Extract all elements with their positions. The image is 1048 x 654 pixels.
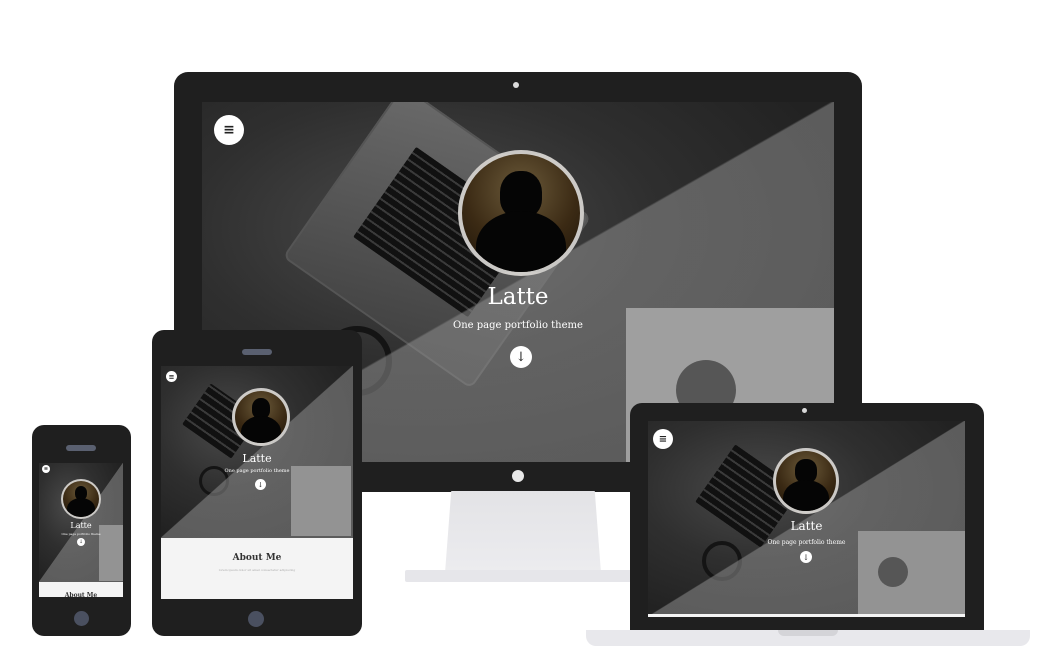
laptop-menu-button[interactable]: ≡: [653, 429, 673, 449]
phone-about-heading: About Me: [64, 592, 98, 597]
menu-button[interactable]: ≡: [214, 115, 244, 145]
profile-avatar: [458, 150, 584, 276]
phone-screen: ≡ Latte One page portfolio theme ↓ About…: [39, 463, 123, 597]
phone-hero-subtitle: One page portfolio theme: [61, 532, 101, 536]
phone: ≡ Latte One page portfolio theme ↓ About…: [32, 425, 131, 636]
phone-profile-avatar: [61, 479, 101, 519]
laptop-screen: ≡ Latte One page portfolio theme ↓: [648, 421, 965, 617]
tablet-hero-subtitle: One page portfolio theme: [224, 468, 290, 474]
tablet-scroll-down-button[interactable]: ↓: [255, 479, 266, 490]
phone-about-section: About Me: [39, 582, 123, 597]
tablet-home-button[interactable]: [248, 611, 264, 627]
laptop-hero-subtitle: One page portfolio theme: [767, 539, 846, 546]
monitor-power-button: [512, 470, 524, 482]
arrow-down-circle-icon: ↓: [515, 349, 527, 365]
phone-hero-title: Latte: [70, 521, 92, 530]
tablet-speaker: [242, 349, 272, 355]
tablet-about-section: About Me lorem ipsum dolor sit amet cons…: [161, 538, 353, 599]
scroll-down-button[interactable]: ↓: [510, 346, 532, 368]
phone-scroll-down-button[interactable]: ↓: [77, 538, 85, 546]
tablet-hero-title: Latte: [242, 452, 272, 465]
menu-icon: ≡: [658, 433, 668, 445]
laptop-scroll-down-button[interactable]: ↓: [800, 551, 812, 563]
menu-icon: ≡: [43, 466, 49, 472]
tablet: ≡ Latte One page portfolio theme ↓ About…: [152, 330, 362, 636]
laptop-hero-title: Latte: [790, 519, 823, 533]
menu-icon: ≡: [168, 372, 175, 381]
laptop-camera: [802, 408, 807, 413]
laptop-notch: [778, 630, 838, 636]
arrow-down-circle-icon: ↓: [802, 552, 810, 562]
laptop-about-strip: [648, 614, 965, 617]
tablet-menu-button[interactable]: ≡: [166, 371, 177, 382]
monitor-camera: [513, 82, 519, 88]
tablet-about-text: lorem ipsum dolor sit amet consectetur a…: [218, 568, 296, 572]
arrow-down-circle-icon: ↓: [257, 480, 264, 489]
phone-home-button[interactable]: [74, 611, 89, 626]
monitor-stand-base: [405, 570, 641, 582]
arrow-down-circle-icon: ↓: [78, 539, 84, 545]
phone-speaker: [66, 445, 96, 451]
laptop-profile-avatar: [773, 448, 839, 514]
monitor-stand-neck: [445, 491, 601, 573]
menu-icon: ≡: [223, 122, 235, 138]
hero-title: Latte: [487, 284, 549, 310]
tablet-about-heading: About Me: [232, 553, 282, 563]
tablet-screen: ≡ Latte One page portfolio theme ↓ About…: [161, 366, 353, 599]
tablet-profile-avatar: [232, 388, 290, 446]
phone-menu-button[interactable]: ≡: [42, 465, 50, 473]
laptop: ≡ Latte One page portfolio theme ↓: [630, 403, 984, 631]
